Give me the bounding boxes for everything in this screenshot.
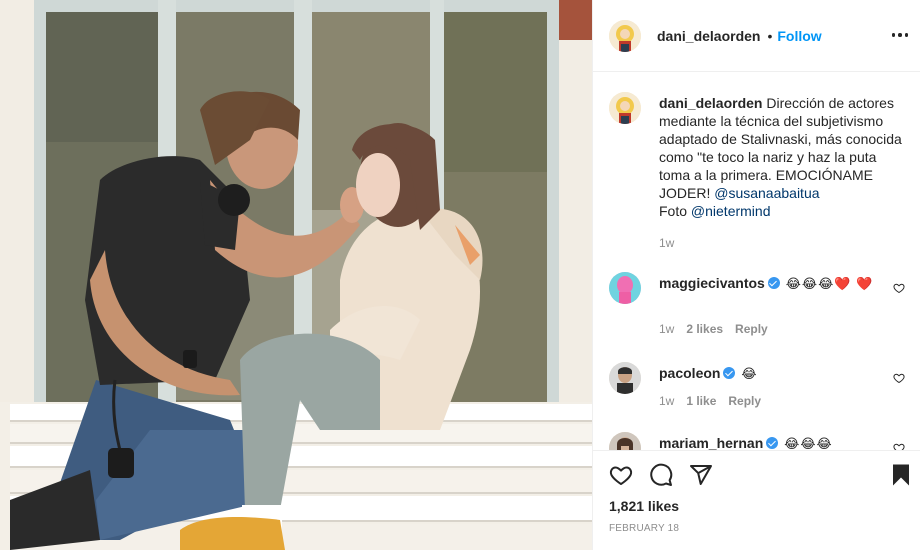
- commenter-username[interactable]: maggiecivantos: [659, 275, 765, 291]
- likes-count[interactable]: 1,821 likes: [609, 498, 679, 514]
- commenter-avatar[interactable]: [609, 272, 641, 304]
- post-sidebar: dani_delaorden • Follow dani_delaorden D…: [592, 0, 920, 550]
- commenter-avatar[interactable]: [609, 362, 641, 394]
- comment-body: mariam_hernan 😂😂😂: [659, 434, 879, 450]
- post-footer: 1,821 likes FEBRUARY 18: [593, 450, 920, 550]
- caption-avatar[interactable]: [609, 92, 641, 124]
- comment-like-icon[interactable]: [893, 442, 905, 450]
- post-photo[interactable]: [0, 0, 592, 550]
- comment-likes[interactable]: 2 likes: [686, 322, 723, 336]
- header-dot: •: [767, 27, 773, 44]
- commenter-username[interactable]: pacoleon: [659, 365, 720, 381]
- mention-nietermind[interactable]: @nietermind: [691, 203, 771, 219]
- comment-time[interactable]: 1w: [659, 322, 674, 336]
- caption-avatar-illustration: [609, 92, 641, 124]
- action-bar: [609, 463, 713, 487]
- reply-button[interactable]: Reply: [728, 394, 761, 408]
- mention-susanaabaitua[interactable]: @susanaabaitua: [714, 185, 819, 201]
- commenter-avatar-illustration: [609, 272, 641, 304]
- commenter-avatar-illustration: [609, 432, 641, 450]
- commenter-avatar[interactable]: [609, 432, 641, 450]
- post: dani_delaorden • Follow dani_delaorden D…: [0, 0, 920, 550]
- follow-button[interactable]: Follow: [777, 28, 821, 44]
- caption-time[interactable]: 1w: [659, 236, 674, 250]
- more-options-icon[interactable]: [891, 26, 909, 44]
- caption-text: dani_delaorden Dirección de actores medi…: [659, 94, 909, 220]
- comment-body: pacoleon 😂: [659, 364, 879, 383]
- author-avatar-illustration: [609, 19, 641, 52]
- photo-credit-prefix: Foto: [659, 203, 688, 219]
- comment-icon[interactable]: [649, 463, 673, 487]
- post-date[interactable]: FEBRUARY 18: [609, 523, 679, 534]
- verified-badge-icon: [723, 367, 736, 379]
- comment-like-icon[interactable]: [893, 372, 905, 384]
- commenter-avatar-illustration: [609, 362, 641, 394]
- comment-text: 😂: [741, 366, 758, 381]
- like-icon[interactable]: [609, 463, 633, 487]
- caption-username[interactable]: dani_delaorden: [659, 95, 762, 111]
- comment-text: 😂😂😂: [784, 436, 833, 450]
- comment-likes[interactable]: 1 like: [686, 394, 716, 408]
- comments-scroll[interactable]: dani_delaorden Dirección de actores medi…: [593, 72, 920, 450]
- comment-text: 😂😂😂❤️ ❤️: [785, 276, 874, 291]
- reply-button[interactable]: Reply: [735, 322, 768, 336]
- verified-badge-icon: [766, 437, 779, 449]
- bookmark-icon[interactable]: [889, 463, 913, 487]
- share-icon[interactable]: [689, 463, 713, 487]
- comment-like-icon[interactable]: [893, 282, 905, 294]
- comment-meta: 1w 2 likes Reply: [659, 322, 768, 336]
- commenter-username[interactable]: mariam_hernan: [659, 435, 763, 450]
- author-username[interactable]: dani_delaorden: [657, 28, 760, 44]
- verified-badge-icon: [767, 277, 780, 289]
- comment-body: maggiecivantos 😂😂😂❤️ ❤️: [659, 274, 879, 293]
- author-avatar[interactable]: [609, 19, 641, 52]
- comment-time[interactable]: 1w: [659, 394, 674, 408]
- post-header: dani_delaorden • Follow: [593, 0, 920, 72]
- comment-meta: 1w 1 like Reply: [659, 394, 761, 408]
- photo-illustration: [0, 0, 592, 550]
